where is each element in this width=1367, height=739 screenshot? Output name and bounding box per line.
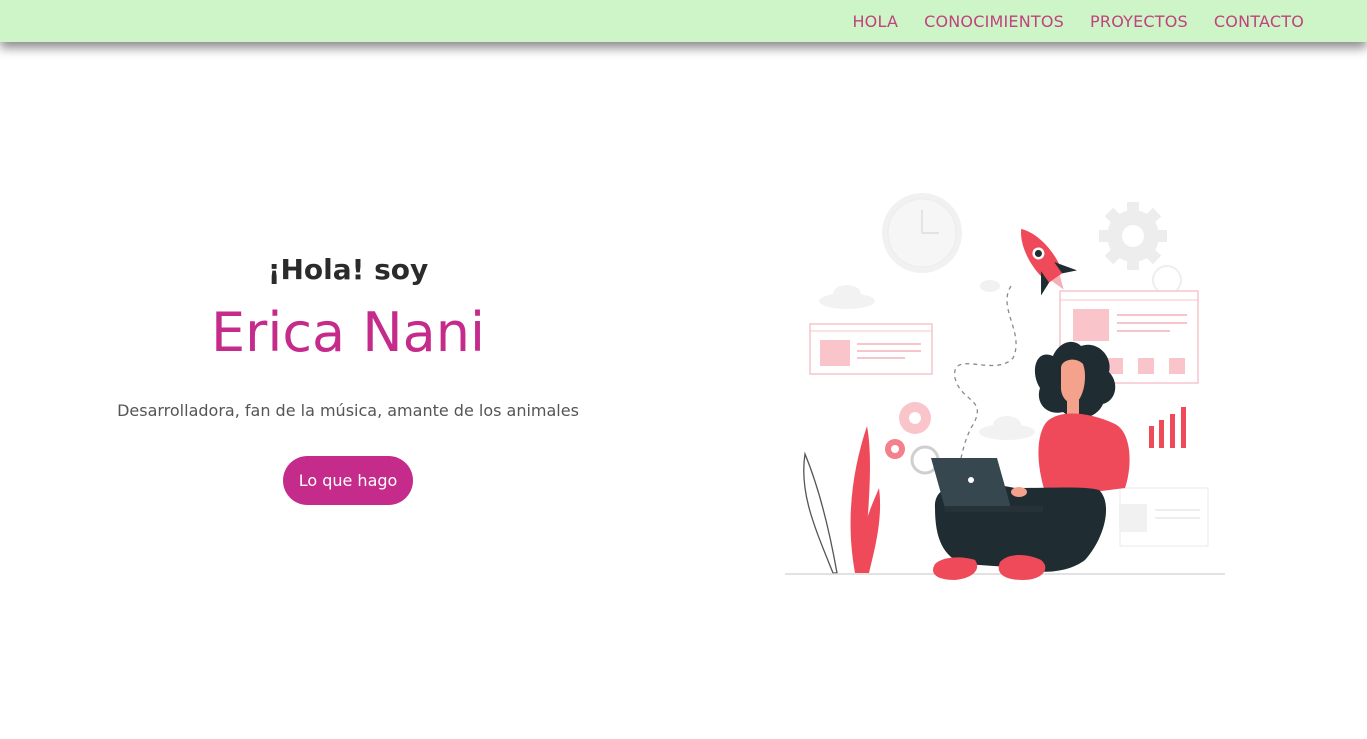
nav-item-proyectos: PROYECTOS: [1090, 12, 1188, 31]
plant-icon: [803, 426, 881, 574]
browser-window-left: [809, 323, 933, 375]
hero-tagline: Desarrolladora, fan de la música, amante…: [117, 401, 579, 420]
hero-name: Erica Nani: [211, 301, 485, 364]
nav-link-proyectos[interactable]: PROYECTOS: [1090, 12, 1188, 31]
rocket-icon: [1021, 228, 1078, 296]
nav-link-hola[interactable]: HOLA: [852, 12, 898, 31]
lo-que-hago-button[interactable]: Lo que hago: [282, 456, 414, 505]
hero-greeting: ¡Hola! soy: [267, 253, 429, 286]
nav-item-hola: HOLA: [852, 12, 898, 31]
bar-chart-icon: [1149, 407, 1186, 448]
gear-icon: [1099, 202, 1167, 270]
hero-section: ¡Hola! soy Erica Nani Desarrolladora, fa…: [90, 250, 606, 505]
nav-item-contacto: CONTACTO: [1214, 12, 1304, 31]
nav-item-conocimientos: CONOCIMIENTOS: [924, 12, 1064, 31]
woman-figure: [931, 341, 1130, 580]
clock-icon: [882, 193, 962, 273]
woman-with-laptop-illustration: [785, 188, 1225, 583]
navbar: HOLA CONOCIMIENTOS PROYECTOS CONTACTO: [0, 0, 1367, 42]
nav-link-conocimientos[interactable]: CONOCIMIENTOS: [924, 12, 1064, 31]
nav-link-contacto[interactable]: CONTACTO: [1214, 12, 1304, 31]
nav-menu: HOLA CONOCIMIENTOS PROYECTOS CONTACTO: [852, 0, 1304, 42]
